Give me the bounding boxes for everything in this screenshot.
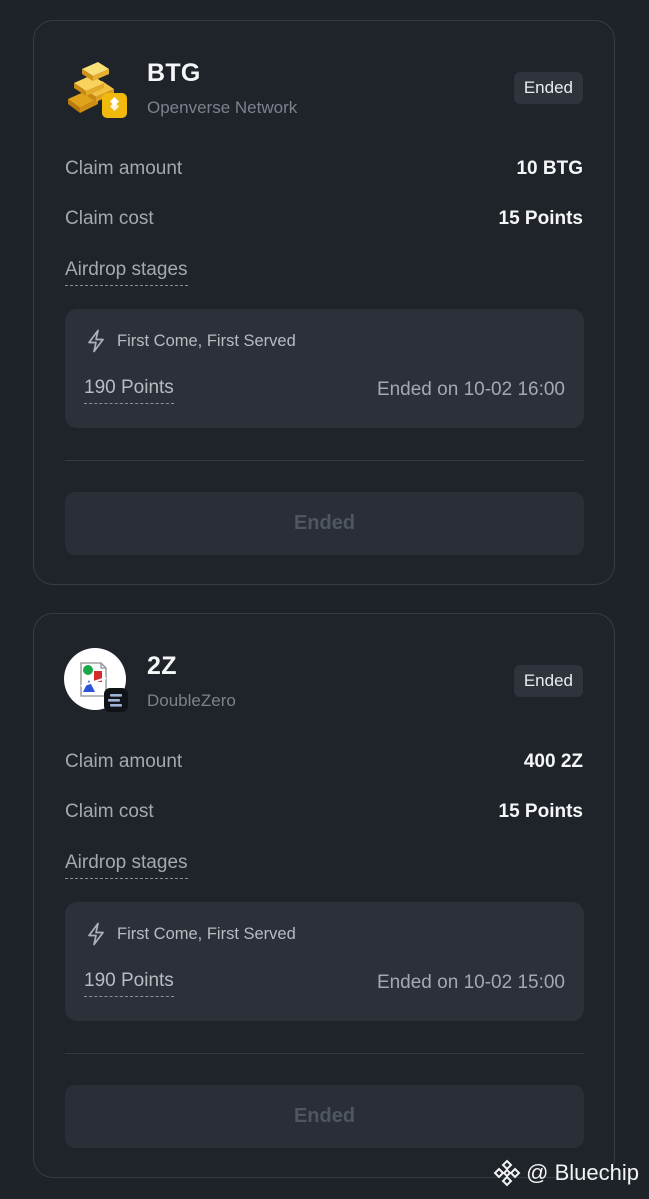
claim-button[interactable]: Ended: [65, 1085, 584, 1148]
claim-amount-label: Claim amount: [65, 158, 183, 179]
airdrop-stage: First Come, First Served 190 Points Ende…: [65, 902, 584, 1021]
airdrop-stage: First Come, First Served 190 Points Ende…: [65, 309, 584, 428]
token-symbol: BTG: [147, 59, 201, 87]
divider: [65, 460, 584, 461]
stage-points[interactable]: 190 Points: [84, 377, 174, 404]
gold-bars-icon: [64, 55, 128, 119]
watermark: @ Bluechip: [493, 1157, 639, 1189]
stage-end-time: Ended on 10-02 16:00: [376, 379, 565, 400]
lightning-bolt-icon: [85, 922, 107, 946]
airdrop-stages-label[interactable]: Airdrop stages: [65, 259, 188, 286]
stage-type: First Come, First Served: [117, 332, 296, 350]
watermark-text: @ Bluechip: [526, 1160, 639, 1185]
claim-cost-value: 15 Points: [498, 208, 583, 229]
airdrop-list: BTG Openverse Network Ended Claim amount…: [0, 0, 649, 1199]
status-badge: Ended: [513, 665, 583, 697]
token-symbol: 2Z: [147, 652, 177, 680]
token-network: DoubleZero: [147, 691, 236, 710]
claim-amount-value: 400 2Z: [523, 751, 583, 772]
airdrop-card-2z: 2Z DoubleZero Ended Claim amount 400 2Z …: [33, 613, 615, 1178]
binance-logo-icon: [493, 1159, 521, 1187]
claim-cost-label: Claim cost: [65, 801, 154, 822]
claim-cost-label: Claim cost: [65, 208, 154, 229]
divider: [65, 1053, 584, 1054]
stage-points[interactable]: 190 Points: [84, 970, 174, 997]
claim-amount-value: 10 BTG: [516, 158, 583, 179]
airdrop-card-btg: BTG Openverse Network Ended Claim amount…: [33, 20, 615, 585]
airdrop-stages-label[interactable]: Airdrop stages: [65, 852, 188, 879]
stage-end-time: Ended on 10-02 15:00: [376, 972, 565, 993]
token-network: Openverse Network: [147, 98, 298, 117]
status-badge: Ended: [513, 72, 583, 104]
claim-button[interactable]: Ended: [65, 492, 584, 555]
claim-cost-value: 15 Points: [498, 801, 583, 822]
claim-amount-label: Claim amount: [65, 751, 183, 772]
lightning-bolt-icon: [85, 329, 107, 353]
stage-type: First Come, First Served: [117, 925, 296, 943]
broken-image-icon: [64, 648, 128, 712]
